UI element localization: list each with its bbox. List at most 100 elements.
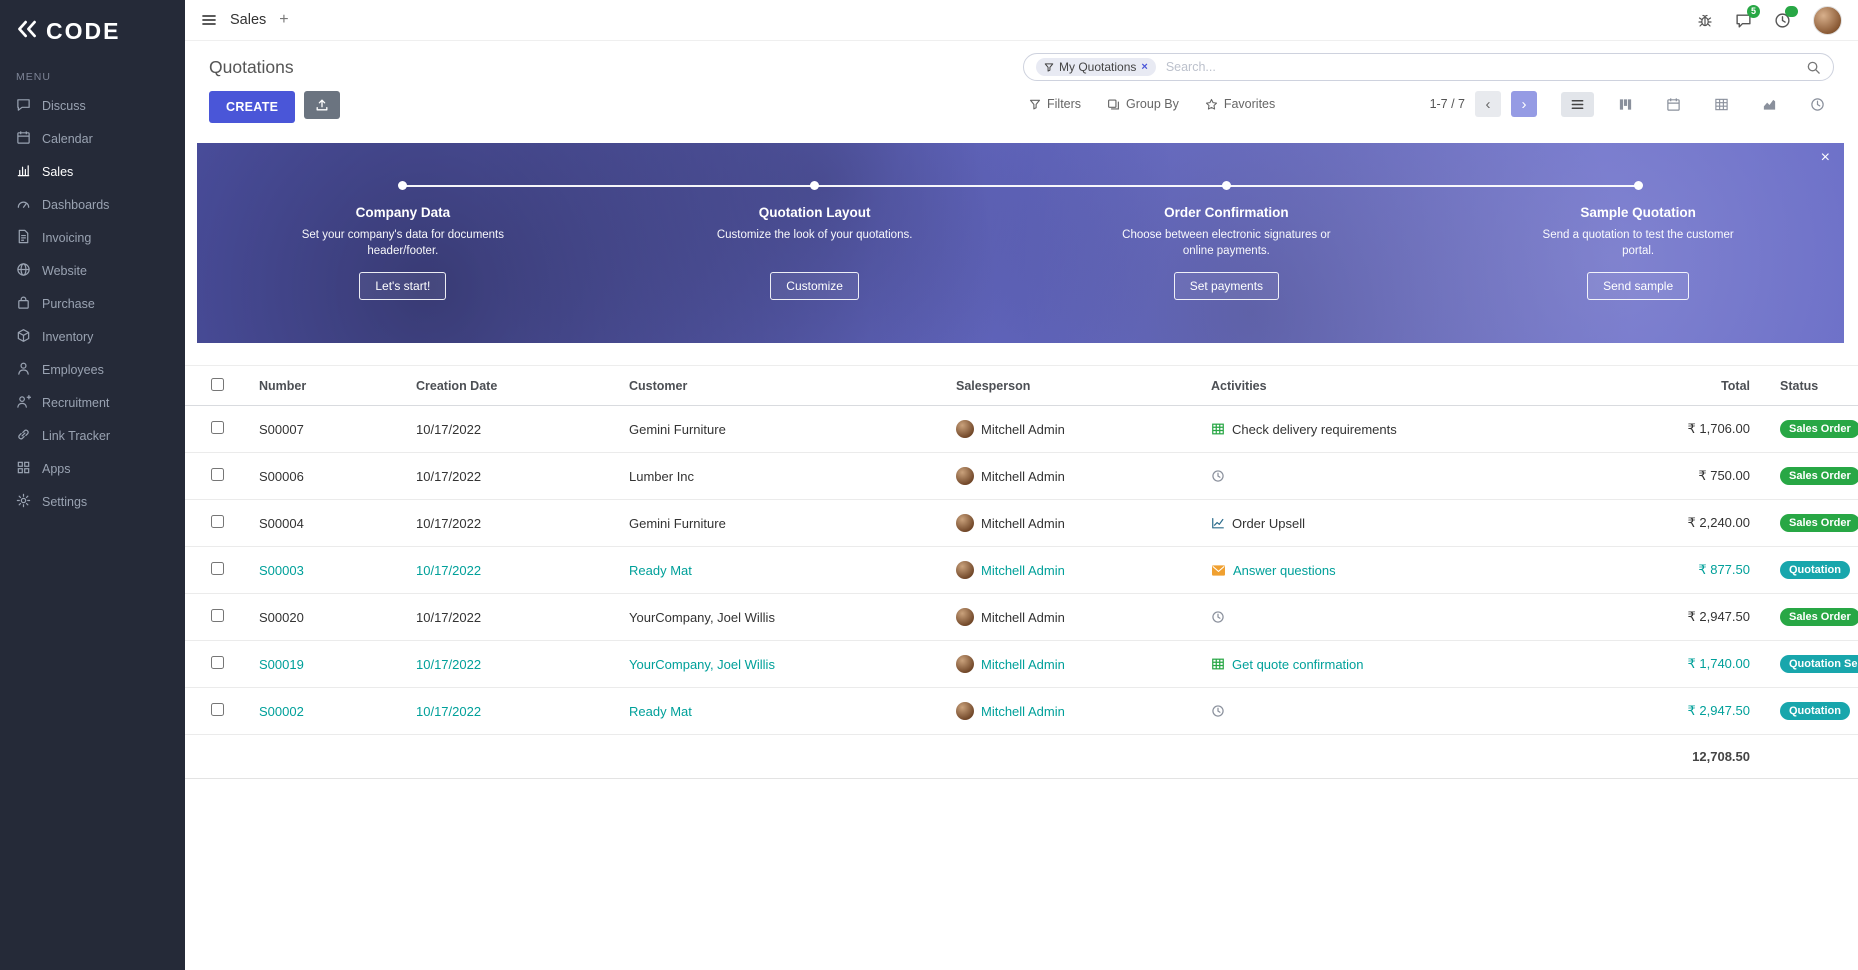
customize-button[interactable]: Customize: [770, 272, 859, 300]
logo-icon: [16, 18, 38, 45]
sidebar-item-invoicing[interactable]: Invoicing: [0, 221, 185, 254]
status-badge: Quotation: [1780, 561, 1850, 579]
row-checkbox[interactable]: [211, 703, 224, 716]
column-header-customer[interactable]: Customer: [621, 366, 948, 406]
activity-cell[interactable]: [1203, 594, 1630, 641]
graph-view-button[interactable]: [1753, 92, 1786, 117]
sidebar-item-inventory[interactable]: Inventory: [0, 320, 185, 353]
total-amount: ₹ 2,240.00: [1630, 500, 1758, 547]
current-app-name[interactable]: Sales: [230, 12, 266, 28]
sidebar-item-label: Website: [42, 264, 87, 278]
filters-button[interactable]: Filters: [1029, 91, 1081, 117]
column-header-creation-date[interactable]: Creation Date: [408, 366, 621, 406]
table-row[interactable]: S00004 10/17/2022 Gemini Furniture Mitch…: [185, 500, 1858, 547]
column-header-status[interactable]: Status: [1758, 366, 1858, 406]
sidebar-item-dashboards[interactable]: Dashboards: [0, 188, 185, 221]
export-button[interactable]: [304, 91, 340, 119]
search-filter-chip[interactable]: My Quotations ×: [1036, 58, 1156, 76]
search-input[interactable]: [1164, 59, 1798, 75]
status-badge: Sales Order: [1780, 420, 1858, 438]
table-row[interactable]: S00006 10/17/2022 Lumber Inc Mitchell Ad…: [185, 453, 1858, 500]
send-sample-button[interactable]: Send sample: [1587, 272, 1689, 300]
create-button[interactable]: CREATE: [209, 91, 295, 123]
favorites-button[interactable]: Favorites: [1205, 91, 1275, 117]
user-avatar[interactable]: [1813, 6, 1842, 35]
sales-icon: [16, 163, 31, 181]
sidebar-item-apps[interactable]: Apps: [0, 452, 185, 485]
row-checkbox[interactable]: [211, 421, 224, 434]
activity-cell[interactable]: Get quote confirmation: [1203, 641, 1630, 688]
search-bar[interactable]: My Quotations ×: [1023, 53, 1834, 81]
activity-cell[interactable]: Check delivery requirements: [1203, 406, 1630, 453]
column-header-salesperson[interactable]: Salesperson: [948, 366, 1203, 406]
sidebar-item-calendar[interactable]: Calendar: [0, 122, 185, 155]
select-all-checkbox[interactable]: [211, 378, 224, 391]
sidebar-item-sales[interactable]: Sales: [0, 155, 185, 188]
onboarding-step-company-data: Company Data Set your company's data for…: [197, 181, 609, 300]
table-row[interactable]: S00019 10/17/2022 YourCompany, Joel Will…: [185, 641, 1858, 688]
remove-filter-icon[interactable]: ×: [1141, 61, 1147, 73]
app-logo[interactable]: CODE: [0, 0, 185, 61]
table-row[interactable]: S00020 10/17/2022 YourCompany, Joel Will…: [185, 594, 1858, 641]
debug-bug-icon[interactable]: [1697, 12, 1713, 28]
customer-name: YourCompany, Joel Willis: [621, 594, 948, 641]
upload-icon: [315, 98, 329, 112]
dashboards-icon: [16, 196, 31, 214]
gear-icon: [16, 493, 31, 511]
row-checkbox[interactable]: [211, 562, 224, 575]
step-title: Order Confirmation: [1021, 205, 1433, 220]
column-header-activities[interactable]: Activities: [1203, 366, 1630, 406]
sidebar-item-discuss[interactable]: Discuss: [0, 89, 185, 122]
sidebar-item-purchase[interactable]: Purchase: [0, 287, 185, 320]
activity-cell[interactable]: [1203, 453, 1630, 500]
column-header-total[interactable]: Total: [1630, 366, 1758, 406]
salesperson-avatar: [956, 702, 974, 720]
sidebar-item-link-tracker[interactable]: Link Tracker: [0, 419, 185, 452]
clock-icon: [1211, 469, 1225, 483]
envelope-icon: [1211, 564, 1226, 577]
lets-start-button[interactable]: Let's start!: [359, 272, 446, 300]
new-tab-button[interactable]: +: [279, 11, 288, 29]
activity-cell[interactable]: [1203, 688, 1630, 735]
total-amount: ₹ 2,947.50: [1630, 688, 1758, 735]
status-badge: Quotation: [1780, 702, 1850, 720]
step-dot: [398, 181, 407, 190]
sidebar-item-employees[interactable]: Employees: [0, 353, 185, 386]
row-checkbox[interactable]: [211, 515, 224, 528]
table-row[interactable]: S00003 10/17/2022 Ready Mat Mitchell Adm…: [185, 547, 1858, 594]
salesperson-cell: Mitchell Admin: [948, 406, 1203, 453]
step-description: Send a quotation to test the customer po…: [1531, 227, 1746, 261]
calendar-view-button[interactable]: [1657, 92, 1690, 117]
set-payments-button[interactable]: Set payments: [1174, 272, 1279, 300]
employees-icon: [16, 361, 31, 379]
group-by-button[interactable]: Group By: [1107, 91, 1179, 117]
sidebar-item-label: Purchase: [42, 297, 95, 311]
quotation-number: S00020: [251, 594, 408, 641]
sidebar-item-recruitment[interactable]: Recruitment: [0, 386, 185, 419]
quotation-number: S00006: [251, 453, 408, 500]
table-row[interactable]: S00007 10/17/2022 Gemini Furniture Mitch…: [185, 406, 1858, 453]
row-checkbox[interactable]: [211, 468, 224, 481]
activities-clock-icon[interactable]: [1774, 12, 1791, 29]
activity-view-button[interactable]: [1801, 92, 1834, 117]
pager-next-button[interactable]: ›: [1511, 91, 1537, 117]
sidebar-item-settings[interactable]: Settings: [0, 485, 185, 518]
sidebar-item-website[interactable]: Website: [0, 254, 185, 287]
search-icon[interactable]: [1806, 60, 1821, 75]
list-view-button[interactable]: [1561, 92, 1594, 117]
messages-icon[interactable]: 5: [1735, 12, 1752, 29]
column-header-number[interactable]: Number: [251, 366, 408, 406]
table-row[interactable]: S00002 10/17/2022 Ready Mat Mitchell Adm…: [185, 688, 1858, 735]
hamburger-menu-icon[interactable]: [201, 12, 217, 28]
pager-prev-button[interactable]: ‹: [1475, 91, 1501, 117]
pivot-view-button[interactable]: [1705, 92, 1738, 117]
customer-name: Gemini Furniture: [621, 500, 948, 547]
sidebar-item-label: Inventory: [42, 330, 93, 344]
kanban-view-button[interactable]: [1609, 92, 1642, 117]
activity-cell[interactable]: Answer questions: [1203, 547, 1630, 594]
link-icon: [16, 427, 31, 445]
menu-section-label: MENU: [0, 61, 185, 89]
activity-cell[interactable]: Order Upsell: [1203, 500, 1630, 547]
row-checkbox[interactable]: [211, 609, 224, 622]
row-checkbox[interactable]: [211, 656, 224, 669]
